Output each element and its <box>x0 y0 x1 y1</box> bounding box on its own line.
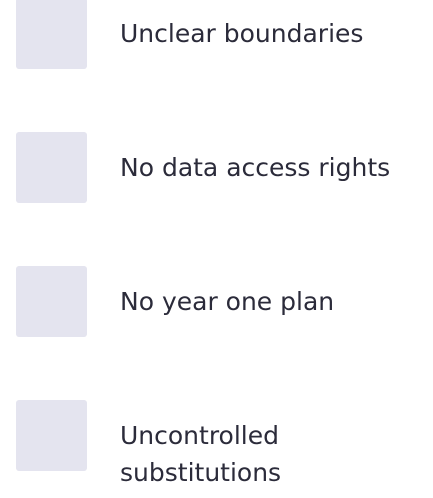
checkbox[interactable] <box>16 0 87 69</box>
checkbox[interactable] <box>16 132 87 203</box>
list-item-label: Unclear boundaries <box>120 19 364 48</box>
list-item-label: Uncontrolled substitutions <box>120 421 282 487</box>
checkbox[interactable] <box>16 400 87 471</box>
checkbox[interactable] <box>16 266 87 337</box>
list-item-label: No year one plan <box>120 287 335 316</box>
list-item-label: No data access rights <box>120 153 391 182</box>
